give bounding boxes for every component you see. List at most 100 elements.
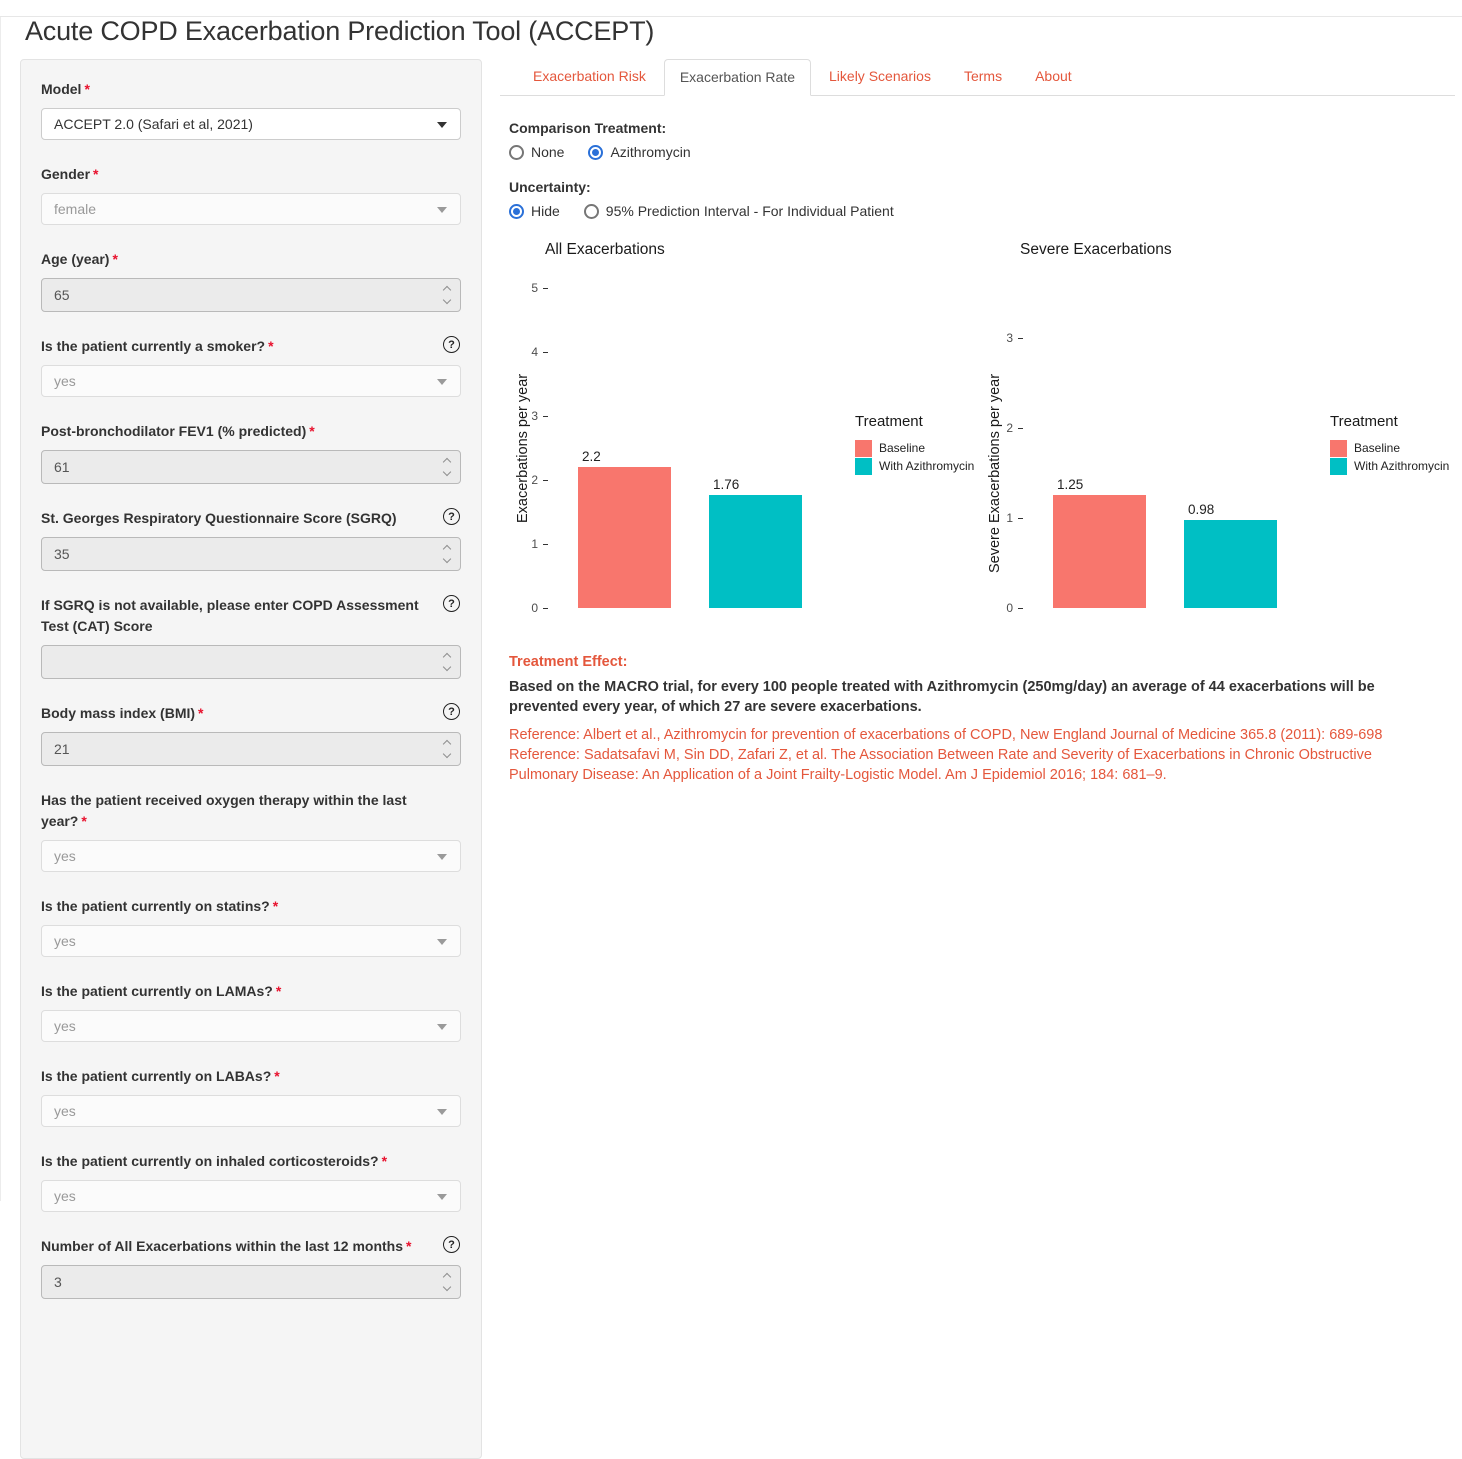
input-value: 61: [54, 459, 70, 475]
tab-exacerbation-rate[interactable]: Exacerbation Rate: [664, 59, 811, 96]
chevron-down-icon: [437, 207, 447, 213]
st-georges-respiratory-questionnaire-score-input[interactable]: 35: [41, 537, 461, 571]
main-content: Exacerbation RiskExacerbation RateLikely…: [500, 59, 1455, 785]
number-of-all-exacerbations-within-the-las-input[interactable]: 3: [41, 1265, 461, 1299]
radio-unselected-icon[interactable]: [509, 145, 524, 160]
chart-title: All Exacerbations: [545, 241, 665, 259]
legend-title: Treatment: [1330, 413, 1449, 430]
help-icon[interactable]: [443, 595, 460, 612]
chevron-down-icon: [443, 750, 451, 758]
tab-exacerbation-risk[interactable]: Exacerbation Risk: [518, 59, 661, 95]
field-model: Model*ACCEPT 2.0 (Safari et al, 2021): [41, 79, 461, 140]
required-asterisk: *: [195, 705, 203, 721]
radio-option-azithromycin[interactable]: Azithromycin: [588, 144, 690, 160]
chevron-up-icon: [443, 286, 451, 294]
field-label-text: Age (year): [41, 251, 109, 267]
field-label-is-the-patient-currently-on-lamas: Is the patient currently on LAMAs?*: [41, 981, 461, 1002]
radio-option-label: Azithromycin: [610, 144, 690, 160]
radio-option-95-prediction-interval-for-individual-pati[interactable]: 95% Prediction Interval - For Individual…: [584, 203, 894, 219]
y-tick-label: 1: [975, 511, 1013, 525]
uncertainty-options: Hide 95% Prediction Interval - For Indivi…: [509, 203, 1455, 219]
input-value: 35: [54, 546, 70, 562]
y-tick-mark: [543, 352, 548, 353]
field-label-text: Is the patient currently on LAMAs?: [41, 983, 273, 999]
chevron-down-icon: [437, 1109, 447, 1115]
number-stepper[interactable]: [444, 1274, 450, 1290]
bar-baseline: [578, 467, 671, 608]
field-label-if-sgrq-is-not-available-please-enter-copd: If SGRQ is not available, please enter C…: [41, 595, 461, 637]
if-sgrq-is-not-available-please-enter-copd-input[interactable]: [41, 645, 461, 679]
field-label-age-year: Age (year)*: [41, 249, 461, 270]
legend-item-label: Baseline: [1354, 441, 1400, 455]
bar-with-azithromycin: [709, 495, 802, 608]
chevron-down-icon: [437, 122, 447, 128]
chart-title: Severe Exacerbations: [1020, 241, 1172, 259]
legend-item-label: With Azithromycin: [879, 459, 974, 473]
field-label-text: Gender: [41, 166, 90, 182]
number-stepper[interactable]: [444, 546, 450, 562]
tab-likely-scenarios[interactable]: Likely Scenarios: [814, 59, 946, 95]
number-stepper[interactable]: [444, 741, 450, 757]
required-asterisk: *: [306, 423, 314, 439]
radio-unselected-icon[interactable]: [584, 204, 599, 219]
reference-2: Reference: Sadatsafavi M, Sin DD, Zafari…: [509, 745, 1444, 786]
chevron-down-icon: [443, 663, 451, 671]
chevron-down-icon: [437, 1024, 447, 1030]
legend: TreatmentBaselineWith Azithromycin: [855, 413, 974, 475]
treatment-effect-heading: Treatment Effect:: [509, 654, 1444, 670]
is-the-patient-currently-on-lamas-select[interactable]: yes: [41, 1010, 461, 1042]
is-the-patient-currently-on-statins-select[interactable]: yes: [41, 925, 461, 957]
reference-1: Reference: Albert et al., Azithromycin f…: [509, 725, 1444, 745]
y-tick-label: 0: [975, 601, 1013, 615]
field-label-text: Is the patient currently on inhaled cort…: [41, 1153, 379, 1169]
number-stepper[interactable]: [444, 459, 450, 475]
chart-severe-exacerbations: Severe Exacerbations Severe Exacerbations…: [975, 235, 1450, 635]
chevron-down-icon: [437, 1194, 447, 1200]
bar-with-azithromycin: [1184, 520, 1277, 608]
y-tick-mark: [543, 416, 548, 417]
has-the-patient-received-oxygen-therapy-wi-select[interactable]: yes: [41, 840, 461, 872]
tab-terms[interactable]: Terms: [949, 59, 1017, 95]
y-tick-mark: [543, 480, 548, 481]
radio-selected-icon[interactable]: [509, 204, 524, 219]
radio-option-hide[interactable]: Hide: [509, 203, 560, 219]
chevron-down-icon: [437, 854, 447, 860]
required-asterisk: *: [265, 338, 273, 354]
radio-selected-icon[interactable]: [588, 145, 603, 160]
input-value: 21: [54, 741, 70, 757]
model-select[interactable]: ACCEPT 2.0 (Safari et al, 2021): [41, 108, 461, 140]
post-bronchodilator-fev1-predicted-input[interactable]: 61: [41, 450, 461, 484]
help-icon[interactable]: [443, 1236, 460, 1253]
number-stepper[interactable]: [444, 287, 450, 303]
is-the-patient-currently-on-labas-select[interactable]: yes: [41, 1095, 461, 1127]
gender-select[interactable]: female: [41, 193, 461, 225]
number-stepper[interactable]: [444, 654, 450, 670]
radio-option-none[interactable]: None: [509, 144, 564, 160]
is-the-patient-currently-a-smoker-select[interactable]: yes: [41, 365, 461, 397]
y-axis-label: Severe Exacerbations per year: [987, 338, 1005, 608]
y-tick-label: 5: [500, 281, 538, 295]
y-tick-mark: [1018, 518, 1023, 519]
page-title: Acute COPD Exacerbation Prediction Tool …: [25, 16, 1462, 47]
required-asterisk: *: [403, 1238, 411, 1254]
help-icon[interactable]: [443, 508, 460, 525]
help-icon[interactable]: [443, 703, 460, 720]
field-label-body-mass-index-bmi: Body mass index (BMI)*: [41, 703, 461, 724]
bar-value-label: 1.25: [1057, 477, 1083, 492]
required-asterisk: *: [78, 813, 86, 829]
help-icon[interactable]: [443, 336, 460, 353]
tab-about[interactable]: About: [1020, 59, 1087, 95]
field-label-is-the-patient-currently-on-statins: Is the patient currently on statins?*: [41, 896, 461, 917]
sidebar-form: Model*ACCEPT 2.0 (Safari et al, 2021) Gen…: [20, 59, 482, 1459]
field-label-is-the-patient-currently-on-labas: Is the patient currently on LABAs?*: [41, 1066, 461, 1087]
radio-option-label: Hide: [531, 203, 560, 219]
select-value: yes: [54, 1018, 76, 1034]
chevron-up-icon: [443, 458, 451, 466]
age-year-input[interactable]: 65: [41, 278, 461, 312]
field-label-gender: Gender*: [41, 164, 461, 185]
chevron-down-icon: [443, 555, 451, 563]
select-value: yes: [54, 1188, 76, 1204]
body-mass-index-bmi-input[interactable]: 21: [41, 732, 461, 766]
field-is-the-patient-currently-on-inhaled-cortic: Is the patient currently on inhaled cort…: [41, 1151, 461, 1212]
treatment-effect-section: Treatment Effect: Based on the MACRO tri…: [509, 654, 1444, 785]
